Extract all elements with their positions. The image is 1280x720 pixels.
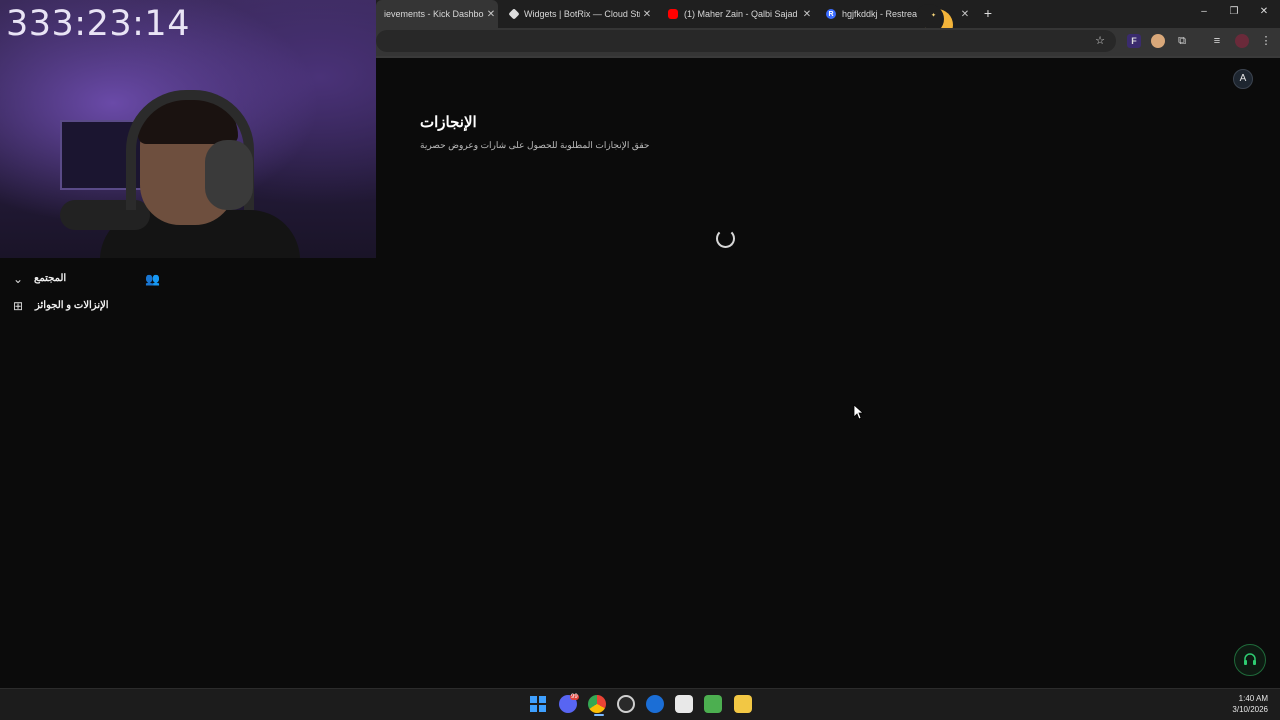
tab-close-icon[interactable]: ✕ <box>958 9 972 20</box>
minimize-button[interactable]: – <box>1196 6 1212 17</box>
tab-close-icon[interactable]: ✕ <box>484 9 498 20</box>
new-tab-button[interactable]: + <box>980 5 996 21</box>
extension-f-icon[interactable]: F <box>1127 34 1141 48</box>
community-icon: 👥 <box>145 272 160 286</box>
tab-title: Widgets | BotRix — Cloud Strea <box>524 9 640 19</box>
bookmark-star-icon[interactable]: ☆ <box>1093 34 1107 48</box>
svg-text:✦: ✦ <box>931 12 936 19</box>
windows-taskbar <box>0 688 1280 720</box>
mouse-cursor-icon <box>853 404 865 420</box>
extension-face-icon[interactable] <box>1151 34 1165 48</box>
menu-kebab-icon[interactable]: ⋮ <box>1259 34 1273 48</box>
media-control-icon[interactable]: ≡ <box>1210 34 1224 48</box>
active-app-indicator <box>594 714 604 716</box>
close-window-button[interactable]: ✕ <box>1256 6 1272 17</box>
taskbar-clock-time[interactable]: 1:40 AM <box>1238 694 1268 703</box>
chevron-down-icon[interactable]: ⌄ <box>11 272 25 286</box>
minecraft-icon[interactable] <box>704 695 722 713</box>
restore-button[interactable]: ❐ <box>1226 6 1242 17</box>
sidebar-item-drops[interactable]: الإنزالات و الجوائز <box>35 300 109 311</box>
tab-kick-dashboard[interactable]: ievements - Kick Dashboard ✕ <box>376 0 498 28</box>
tab-youtube[interactable]: (1) Maher Zain - Qalbi Sajad | V ✕ <box>660 0 814 28</box>
discord-notification-badge: 99 <box>570 694 579 700</box>
page-title: الإنجازات <box>420 114 477 131</box>
tab-title: ievements - Kick Dashboard <box>384 9 484 19</box>
restream-icon: R <box>826 9 836 19</box>
tab-close-icon[interactable]: ✕ <box>640 9 654 20</box>
support-chat-button[interactable] <box>1234 644 1266 676</box>
webcam-overlay: 333:23:14 <box>0 0 376 258</box>
loading-spinner-icon <box>716 229 735 248</box>
stream-timer: 333:23:14 <box>6 4 190 44</box>
botrix-icon <box>508 8 520 20</box>
page-subtitle: حقق الإنجازات المطلوبة للحصول على شارات … <box>420 140 650 150</box>
user-avatar[interactable]: A <box>1233 69 1253 89</box>
chrome-icon[interactable] <box>588 695 606 713</box>
tab-close-icon[interactable]: ✕ <box>800 9 814 20</box>
taskbar-clock-date[interactable]: 3/10/2026 <box>1228 705 1268 714</box>
windows-start-icon[interactable] <box>529 695 547 713</box>
address-bar[interactable] <box>376 30 1116 52</box>
youtube-icon <box>668 9 678 19</box>
extensions-puzzle-icon[interactable]: ⧉ <box>1175 34 1189 48</box>
drops-icon: ⊞ <box>12 299 24 313</box>
app-icon[interactable] <box>646 695 664 713</box>
profile-avatar-icon[interactable] <box>1235 34 1249 48</box>
obs-icon[interactable] <box>617 695 635 713</box>
headphone-earcup <box>205 140 253 210</box>
tab-title: (1) Maher Zain - Qalbi Sajad | V <box>684 9 800 19</box>
tab-botrix-widgets[interactable]: Widgets | BotRix — Cloud Strea ✕ <box>502 0 654 28</box>
sidebar-item-community[interactable]: المجتمع <box>34 273 66 284</box>
file-explorer-icon[interactable] <box>734 695 752 713</box>
kick-taskbar-icon[interactable] <box>675 695 693 713</box>
headset-icon <box>1244 653 1256 665</box>
